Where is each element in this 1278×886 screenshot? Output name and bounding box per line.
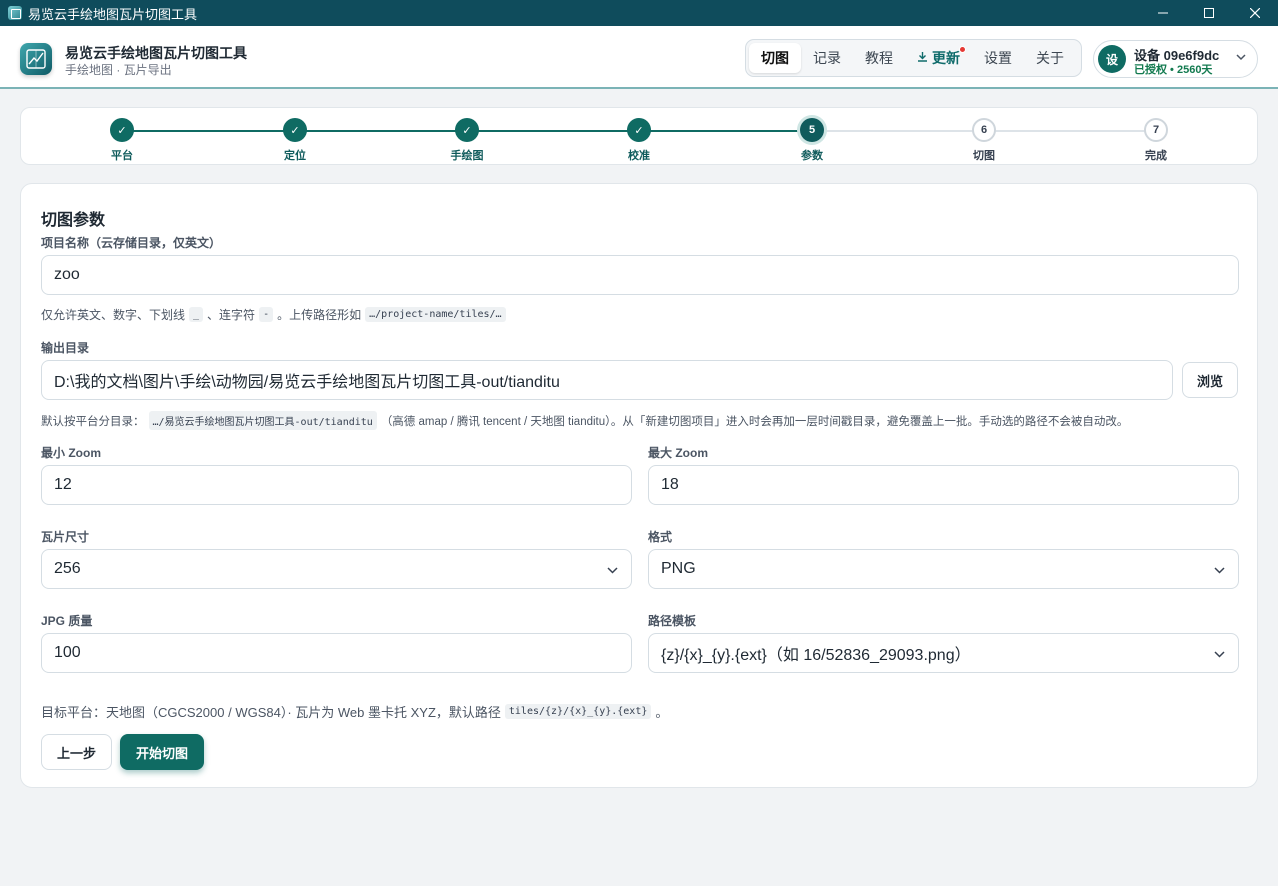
download-icon (917, 51, 928, 65)
output-dir-hint: 默认按平台分目录： …/易览云手绘地图瓦片切图工具-out/tianditu （… (41, 411, 1128, 430)
output-dir-label: 输出目录 (41, 341, 90, 355)
start-slicing-button[interactable]: 开始切图 (120, 734, 204, 770)
step-3[interactable]: ✓ 手绘图 (427, 118, 507, 163)
app-header: 易览云手绘地图瓦片切图工具 手绘地图 · 瓦片导出 切图 记录 教程 更新 设置… (0, 26, 1278, 89)
path-template-label: 路径模板 (648, 614, 697, 628)
check-icon: ✓ (627, 118, 651, 142)
step-1[interactable]: ✓ 平台 (82, 118, 162, 163)
check-icon: ✓ (283, 118, 307, 142)
close-button[interactable] (1232, 0, 1278, 26)
close-icon (1250, 8, 1260, 18)
format-label: 格式 (648, 530, 673, 544)
nav-item-about[interactable]: 关于 (1024, 43, 1076, 73)
nav-item-tutorial[interactable]: 教程 (853, 43, 905, 73)
chevron-down-icon (1214, 567, 1225, 574)
browse-button[interactable]: 浏览 (1182, 362, 1238, 398)
tile-size-label: 瓦片尺寸 (41, 530, 90, 544)
project-name-label: 项目名称（云存储目录，仅英文） (41, 236, 222, 250)
update-badge (959, 46, 966, 53)
step-2[interactable]: ✓ 定位 (255, 118, 335, 163)
platform-note: 目标平台：天地图（CGCS2000 / WGS84）· 瓦片为 Web 墨卡托 … (41, 704, 669, 720)
window-titlebar: 易览云手绘地图瓦片切图工具 (0, 0, 1278, 26)
project-name-input[interactable]: zoo (41, 255, 1239, 295)
chevron-down-icon (1236, 54, 1246, 61)
min-zoom-input[interactable]: 12 (41, 465, 632, 505)
jpg-quality-label: JPG 质量 (41, 614, 93, 628)
step-number: 7 (1144, 118, 1168, 142)
license-status: 已授权 • 2560天 (1134, 64, 1213, 76)
step-7: 7 完成 (1116, 118, 1196, 163)
device-menu[interactable]: 设 设备 09e6f9dc 已授权 • 2560天 (1093, 40, 1258, 78)
min-zoom-label: 最小 Zoom (41, 446, 101, 460)
tile-size-select[interactable]: 256 (41, 549, 632, 589)
app-icon (8, 6, 22, 20)
max-zoom-label: 最大 Zoom (648, 446, 708, 460)
format-select[interactable]: PNG (648, 549, 1239, 589)
max-zoom-input[interactable]: 18 (648, 465, 1239, 505)
maximize-button[interactable] (1186, 0, 1232, 26)
maximize-icon (1204, 8, 1214, 18)
minimize-button[interactable] (1140, 0, 1186, 26)
progress-stepper: ✓ 平台 ✓ 定位 ✓ 手绘图 ✓ 校准 5 参数 6 切图 7 完成 (20, 107, 1258, 165)
app-subtitle: 手绘地图 · 瓦片导出 (65, 63, 172, 77)
prev-step-button[interactable]: 上一步 (41, 734, 112, 770)
nav-item-history[interactable]: 记录 (801, 43, 853, 73)
step-6: 6 切图 (944, 118, 1024, 163)
map-icon (26, 49, 46, 69)
chevron-down-icon (607, 567, 618, 574)
app-title: 易览云手绘地图瓦片切图工具 (65, 45, 247, 61)
path-template-select[interactable]: {z}/{x}_{y}.{ext}（如 16/52836_29093.png） (648, 633, 1239, 673)
check-icon: ✓ (455, 118, 479, 142)
app-logo (20, 43, 52, 75)
slice-params-card: 切图参数 项目名称（云存储目录，仅英文） zoo 仅允许英文、数字、下划线 _ … (20, 183, 1258, 788)
step-number: 5 (800, 118, 824, 142)
minimize-icon (1158, 12, 1168, 14)
output-dir-input[interactable]: D:\我的文档\图片\手绘\动物园/易览云手绘地图瓦片切图工具-out/tian… (41, 360, 1173, 400)
page-title: 切图参数 (41, 212, 106, 229)
check-icon: ✓ (110, 118, 134, 142)
window-title: 易览云手绘地图瓦片切图工具 (28, 6, 198, 22)
jpg-quality-input[interactable]: 100 (41, 633, 632, 673)
nav-item-settings[interactable]: 设置 (972, 43, 1024, 73)
step-number: 6 (972, 118, 996, 142)
project-name-hint: 仅允许英文、数字、下划线 _ 、连字符 - 。上传路径形如 …/project-… (41, 306, 510, 323)
nav-item-update[interactable]: 更新 (905, 43, 972, 73)
chevron-down-icon (1214, 651, 1225, 658)
nav-item-slice[interactable]: 切图 (749, 43, 801, 73)
step-4[interactable]: ✓ 校准 (599, 118, 679, 163)
top-nav: 切图 记录 教程 更新 设置 关于 (745, 39, 1082, 77)
avatar: 设 (1098, 45, 1126, 73)
step-5[interactable]: 5 参数 (772, 118, 852, 163)
